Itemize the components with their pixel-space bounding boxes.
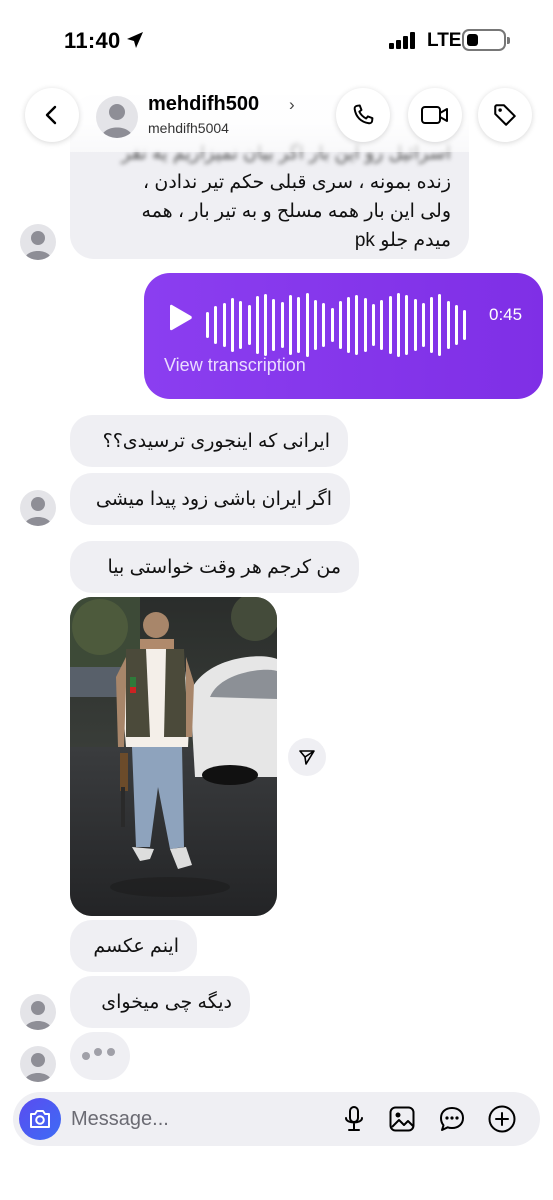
send-icon: [299, 750, 315, 765]
waveform-bar: [396, 293, 400, 357]
play-icon[interactable]: [164, 303, 194, 333]
sticker-button[interactable]: [437, 1104, 467, 1134]
waveform-bar: [405, 295, 409, 355]
status-bar: 11:40 LTE: [0, 0, 553, 70]
more-button[interactable]: [487, 1104, 517, 1134]
clock: 11:40: [64, 28, 121, 53]
message-text: من کرجم هر وقت خواستی بیا: [107, 556, 341, 578]
message-bubble[interactable]: دیگه چی میخوای: [70, 976, 250, 1028]
sender-avatar[interactable]: [20, 994, 56, 1030]
waveform-bar: [347, 297, 351, 353]
share-button[interactable]: [288, 738, 326, 776]
waveform-bar: [280, 302, 284, 348]
camera-icon: [30, 1110, 50, 1128]
message-line: زنده بمونه ، سری قبلی حکم تیر ندادن ،: [142, 172, 451, 193]
waveform-bar: [338, 301, 342, 349]
waveform-bar: [446, 301, 450, 349]
waveform-bar: [272, 299, 276, 351]
contact-avatar[interactable]: [96, 96, 138, 138]
waveform-bar: [322, 303, 326, 347]
call-button[interactable]: [336, 88, 390, 142]
voice-message-bubble[interactable]: 0:45 View transcription: [144, 273, 543, 399]
waveform-bar: [355, 295, 359, 355]
video-call-button[interactable]: [408, 88, 462, 142]
view-transcription-link[interactable]: View transcription: [164, 355, 306, 376]
waveform-bar: [289, 295, 292, 355]
waveform-bar: [430, 297, 434, 353]
message-bubble[interactable]: من کرجم هر وقت خواستی بیا: [70, 541, 359, 593]
chevron-right-icon[interactable]: ›: [289, 95, 295, 115]
message-line: ولی این بار همه مسلح و به تیر بار ، همه: [141, 201, 451, 222]
sender-avatar[interactable]: [20, 224, 56, 260]
waveform-bar: [372, 304, 375, 346]
tag-icon: [494, 104, 516, 126]
video-camera-icon: [421, 106, 448, 124]
typing-indicator: [70, 1032, 130, 1080]
photo-image: [70, 597, 277, 916]
waveform-bar: [421, 303, 425, 347]
chat-bubble-icon: [440, 1107, 464, 1131]
waveform-bar: [214, 306, 218, 344]
sender-avatar[interactable]: [20, 490, 56, 526]
message-bubble[interactable]: اینم عکسم: [70, 920, 197, 972]
message-text: اینم عکسم: [93, 935, 179, 957]
waveform-bar: [463, 310, 467, 340]
battery-icon: [462, 29, 510, 51]
plus-circle-icon: [488, 1105, 516, 1133]
waveform-bar: [380, 300, 384, 350]
chevron-left-icon: [45, 105, 57, 125]
microphone-button[interactable]: [339, 1104, 369, 1134]
waveform-bar: [313, 300, 317, 350]
message-bubble[interactable]: اگر ایران باشی زود پیدا میشی: [70, 473, 350, 525]
waveform-bar: [239, 301, 243, 349]
gallery-button[interactable]: [387, 1104, 417, 1134]
waveform-bar: [230, 298, 234, 352]
waveform-bar: [264, 294, 268, 356]
waveform-bar: [297, 297, 301, 353]
waveform-bar: [255, 296, 259, 354]
waveform-bar: [222, 303, 226, 347]
waveform-bar: [206, 312, 209, 338]
waveform-bar: [305, 293, 309, 357]
signal-icon: [389, 31, 419, 49]
waveform-bar: [413, 299, 417, 351]
voice-duration: 0:45: [489, 305, 523, 324]
network-label: LTE: [427, 30, 462, 51]
message-line: میدم جلو pk: [354, 230, 451, 251]
message-text: اگر ایران باشی زود پیدا میشی: [95, 488, 332, 510]
camera-button[interactable]: [19, 1098, 61, 1140]
waveform-bar: [330, 308, 334, 342]
voice-waveform[interactable]: [206, 293, 476, 357]
message-text: دیگه چی میخوای: [101, 991, 232, 1013]
waveform-bar: [247, 305, 251, 345]
message-bubble[interactable]: ایرانی که اینجوری ترسیدی؟؟: [70, 415, 348, 467]
photo-message[interactable]: [70, 597, 277, 916]
microphone-icon: [345, 1106, 363, 1131]
waveform-bar: [388, 296, 392, 354]
tag-button[interactable]: [478, 88, 532, 142]
image-icon: [389, 1106, 415, 1132]
chat-header: mehdifh500 › mehdifh5004: [0, 70, 553, 152]
sender-avatar[interactable]: [20, 1046, 56, 1082]
waveform-bar: [438, 294, 442, 356]
contact-name[interactable]: mehdifh500: [148, 93, 259, 116]
message-composer: [13, 1092, 540, 1146]
contact-handle: mehdifh5004: [148, 120, 229, 136]
waveform-bar: [455, 305, 458, 345]
message-text: ایرانی که اینجوری ترسیدی؟؟: [102, 430, 330, 452]
message-input[interactable]: [71, 1100, 321, 1138]
back-button[interactable]: [25, 88, 79, 142]
location-arrow-icon: [127, 32, 143, 48]
phone-icon: [353, 104, 374, 125]
waveform-bar: [363, 298, 367, 352]
